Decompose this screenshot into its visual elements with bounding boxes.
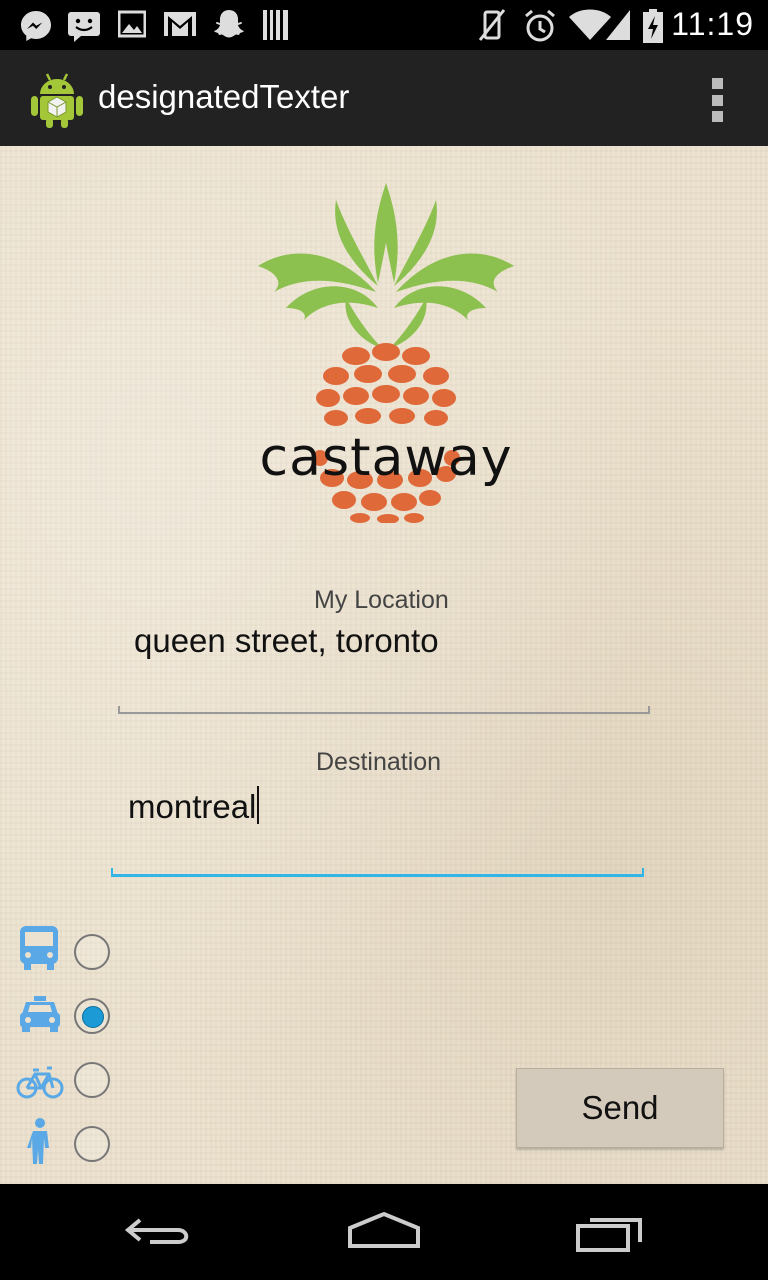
taxi-icon xyxy=(20,996,60,1032)
radio-bus[interactable] xyxy=(74,934,110,970)
snapchat-icon xyxy=(214,10,244,38)
walk-icon xyxy=(27,1118,49,1164)
chat-icon xyxy=(68,12,100,42)
main-content: castaway My Location queen street, toron… xyxy=(0,146,768,1184)
radio-walk[interactable] xyxy=(74,1126,110,1162)
image-icon xyxy=(118,10,146,38)
logo-text: castaway xyxy=(259,428,513,488)
bus-icon xyxy=(20,926,58,970)
vibrate-off-icon xyxy=(478,9,506,41)
gmail-icon xyxy=(164,12,196,36)
back-icon[interactable] xyxy=(120,1210,200,1254)
clock: 11:19 xyxy=(671,6,754,42)
android-app-icon[interactable] xyxy=(30,70,84,128)
text-cursor xyxy=(257,786,260,824)
navigation-bar xyxy=(0,1184,768,1280)
location-label: My Location xyxy=(314,586,449,614)
app-title: designatedTexter xyxy=(98,78,350,115)
action-bar: designatedTexter xyxy=(0,50,768,146)
destination-input-underline xyxy=(111,868,644,877)
castaway-logo: castaway xyxy=(236,178,536,524)
battery-charging-icon xyxy=(643,9,663,43)
radio-bicycle[interactable] xyxy=(74,1062,110,1098)
destination-input-text: montreal xyxy=(128,788,257,825)
location-input[interactable]: queen street, toronto xyxy=(134,622,439,660)
signal-icon xyxy=(606,10,630,40)
location-input-underline xyxy=(118,706,650,714)
bicycle-icon xyxy=(16,1066,64,1099)
barcode-icon xyxy=(263,10,288,40)
overflow-menu-icon[interactable] xyxy=(712,78,724,122)
destination-input[interactable]: montreal xyxy=(128,786,260,826)
destination-label: Destination xyxy=(316,748,442,776)
status-bar: 11:19 xyxy=(0,0,768,50)
send-button[interactable]: Send xyxy=(516,1068,724,1148)
recent-apps-icon[interactable] xyxy=(570,1210,650,1254)
alarm-icon xyxy=(525,9,555,42)
home-icon[interactable] xyxy=(344,1210,424,1254)
messenger-icon xyxy=(21,11,51,41)
radio-taxi[interactable] xyxy=(74,998,110,1034)
